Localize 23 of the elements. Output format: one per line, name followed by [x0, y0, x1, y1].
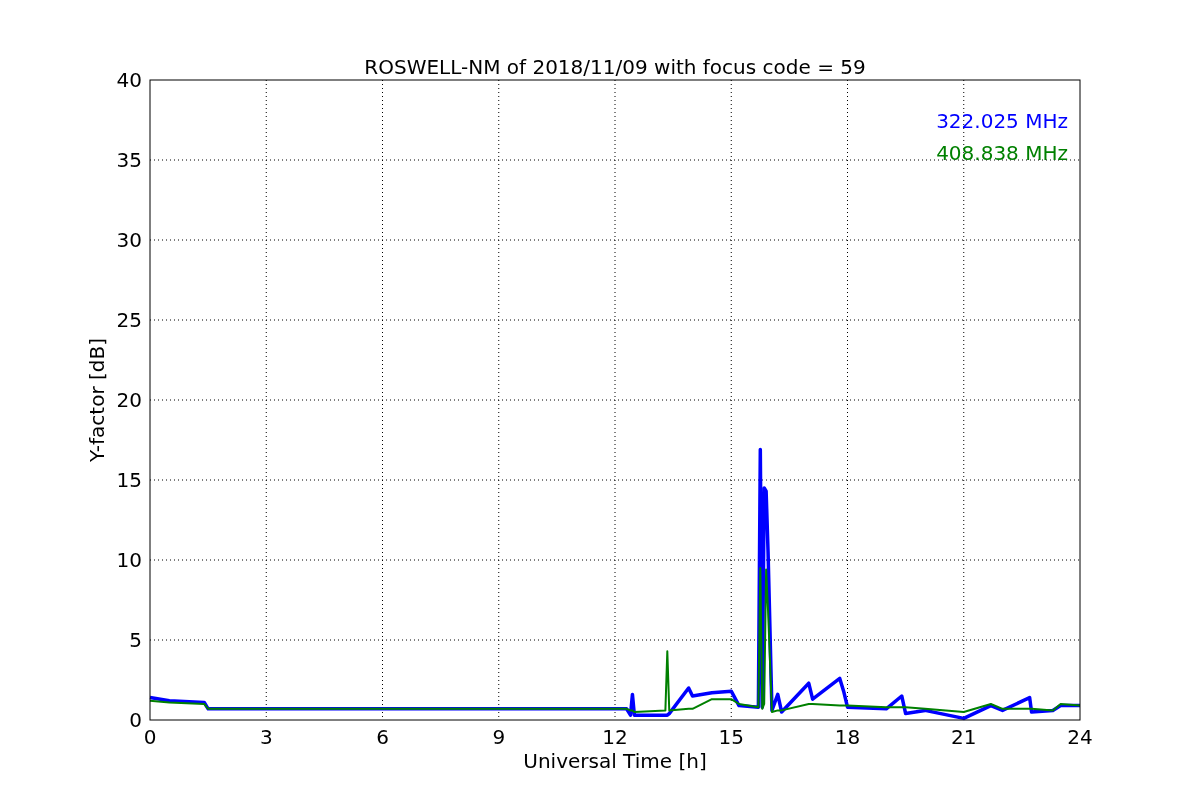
x-tick-label: 18 [834, 725, 861, 749]
x-tick-label: 3 [259, 725, 273, 749]
x-tick-label: 9 [492, 725, 506, 749]
x-tick-label: 24 [1067, 725, 1093, 749]
y-tick-label: 40 [116, 68, 142, 92]
chart-title: ROSWELL-NM of 2018/11/09 with focus code = 59 [364, 55, 866, 79]
legend-label: 408.838 MHz [936, 141, 1068, 165]
y-tick-label: 0 [129, 708, 142, 732]
x-axis-label: Universal Time [h] [523, 749, 707, 773]
y-tick-label: 30 [116, 228, 142, 252]
y-axis-label: Y-factor [dB] [85, 338, 109, 462]
y-tick-label: 25 [116, 308, 142, 332]
y-tick-label: 35 [116, 148, 142, 172]
legend-label: 322.025 MHz [936, 109, 1068, 133]
x-tick-label: 21 [951, 725, 977, 749]
x-tick-label: 15 [718, 725, 744, 749]
y-tick-label: 15 [116, 468, 142, 492]
x-tick-label: 0 [143, 725, 157, 749]
y-tick-label: 10 [116, 548, 142, 572]
x-tick-label: 12 [602, 725, 628, 749]
y-tick-label: 20 [116, 388, 142, 412]
y-tick-label: 5 [129, 628, 142, 652]
x-tick-label: 6 [376, 725, 389, 749]
